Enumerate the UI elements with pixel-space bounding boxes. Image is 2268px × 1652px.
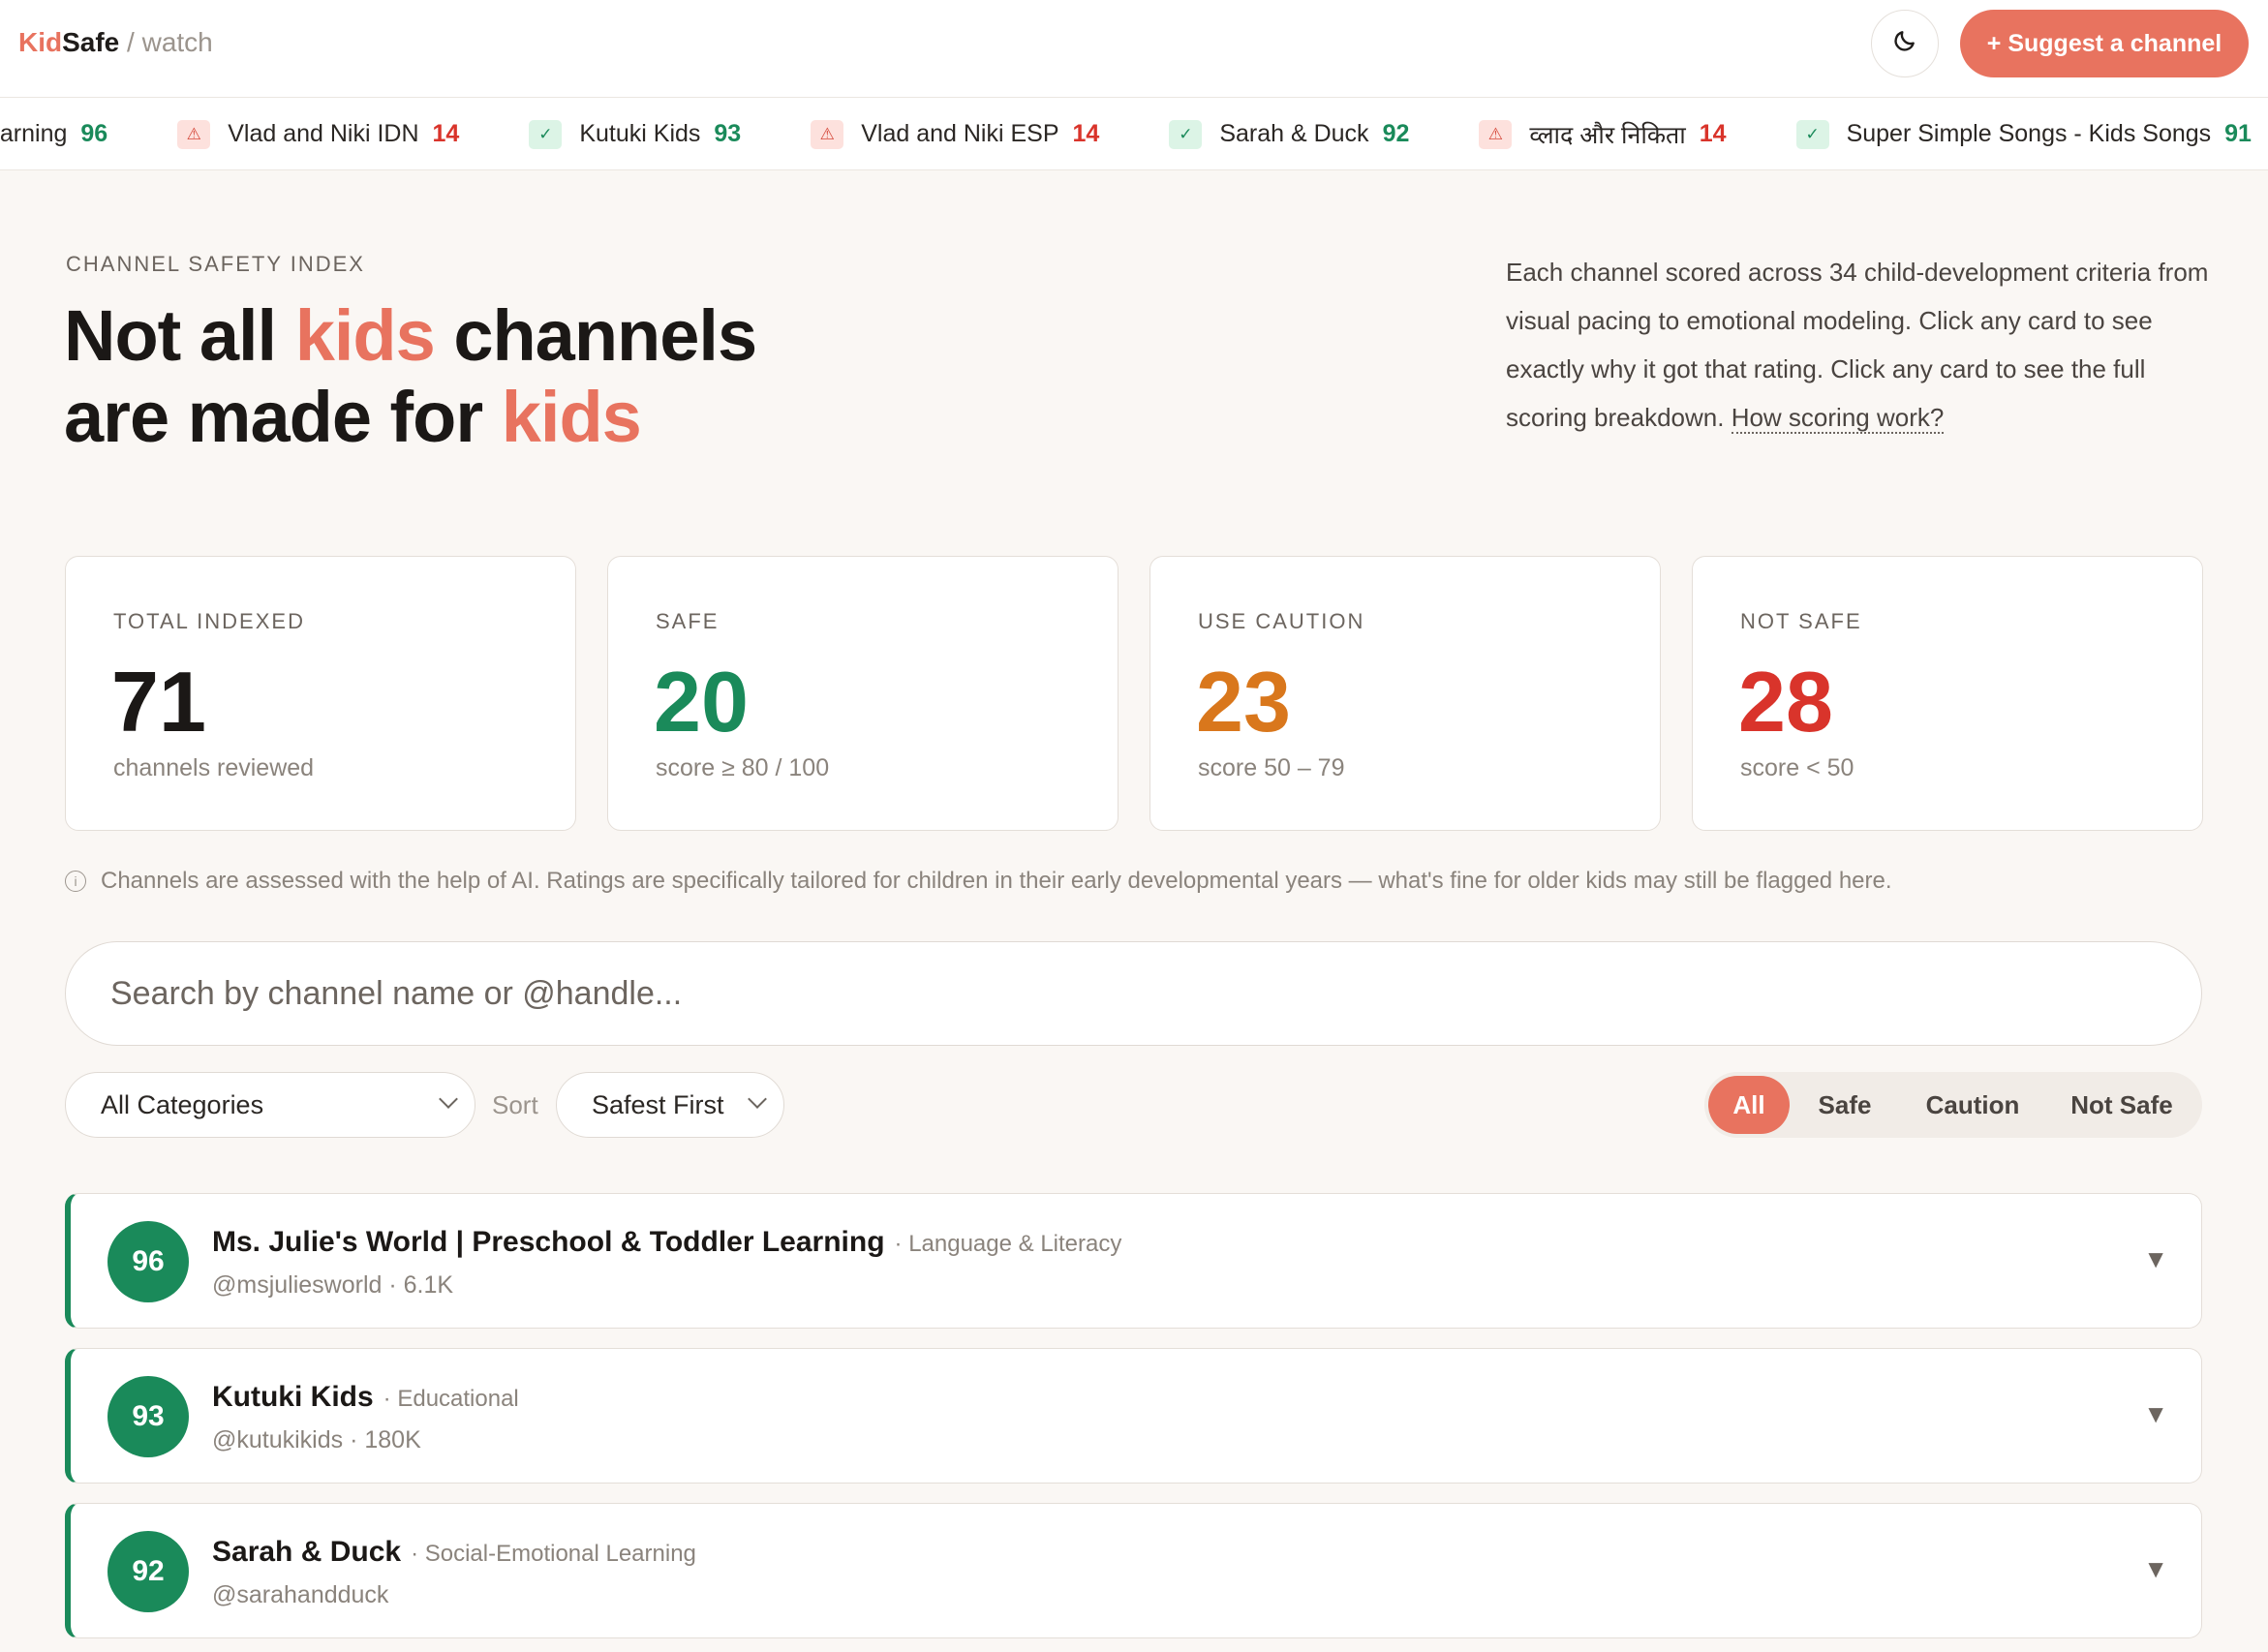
ticker-channel-name: Sarah & Duck bbox=[1219, 120, 1369, 147]
channel-category: · Social-Emotional Learning bbox=[411, 1541, 696, 1567]
ticker-score: 14 bbox=[1699, 120, 1727, 147]
stat-value: 23 bbox=[1196, 654, 1291, 750]
channel-ticker: earning 96 ⚠ Vlad and Niki IDN 14 ✓ Kutuki Kid… bbox=[0, 98, 2268, 170]
ticker-channel-name: Kutuki Kids bbox=[579, 120, 701, 147]
channel-card[interactable]: 93 Kutuki Kids · Educational @kutukikids … bbox=[65, 1348, 2202, 1484]
channel-name: Ms. Julie's World | Preschool & Toddler … bbox=[212, 1226, 1122, 1258]
ticker-item[interactable]: ✓ Sarah & Duck 92 bbox=[1169, 119, 1410, 149]
score-badge: 92 bbox=[107, 1531, 189, 1612]
moon-icon bbox=[1892, 28, 1917, 60]
stat-card-caution[interactable]: USE CAUTION 23 score 50 – 79 bbox=[1149, 556, 1661, 831]
score-badge: 93 bbox=[107, 1376, 189, 1457]
expand-caret-icon[interactable]: ▼ bbox=[2143, 1399, 2168, 1429]
check-icon: ✓ bbox=[1169, 119, 1203, 149]
chevron-down-icon bbox=[439, 1089, 458, 1109]
intro-text: Each channel scored across 34 child-deve… bbox=[1506, 258, 2209, 434]
check-icon: ✓ bbox=[1795, 119, 1829, 149]
check-icon: ✓ bbox=[529, 119, 563, 149]
channel-card[interactable]: 92 Sarah & Duck · Social-Emotional Learni… bbox=[65, 1503, 2202, 1638]
score-badge: 96 bbox=[107, 1221, 189, 1302]
ticker-item[interactable]: ⚠ Vlad and Niki IDN 14 bbox=[177, 119, 460, 149]
ticker-score: 91 bbox=[2224, 120, 2252, 147]
channel-meta: @kutukikids · 180K bbox=[212, 1426, 421, 1453]
filter-caution[interactable]: Caution bbox=[1900, 1076, 2045, 1134]
stat-card-safe[interactable]: SAFE 20 score ≥ 80 / 100 bbox=[607, 556, 1119, 831]
stat-value: 20 bbox=[654, 654, 749, 750]
ticker-channel-name: व्लाद और निकिता bbox=[1529, 121, 1686, 149]
ai-notice: i Channels are assessed with the help of… bbox=[65, 868, 1892, 895]
ticker-item[interactable]: ✓ Super Simple Songs - Kids Songs 91 bbox=[1795, 119, 2252, 149]
ticker-score: 92 bbox=[1382, 120, 1410, 147]
search-input[interactable] bbox=[65, 941, 2202, 1046]
channel-category: · Language & Literacy bbox=[894, 1231, 1122, 1257]
category-select[interactable]: All Categories bbox=[65, 1072, 475, 1138]
chevron-down-icon bbox=[748, 1089, 767, 1109]
ticker-item[interactable]: earning 96 bbox=[0, 120, 107, 148]
ticker-score: 93 bbox=[714, 120, 742, 147]
status-filter: All Safe Caution Not Safe bbox=[1704, 1072, 2202, 1138]
channel-meta: @sarahandduck bbox=[212, 1581, 389, 1608]
stat-value: 71 bbox=[111, 654, 206, 750]
how-scoring-link[interactable]: How scoring work? bbox=[1731, 403, 1945, 434]
sort-label: Sort bbox=[492, 1090, 538, 1119]
top-bar: KidSafe / watch + Suggest a channel bbox=[0, 0, 2268, 98]
ticker-channel-name: Vlad and Niki ESP bbox=[861, 120, 1059, 147]
filter-safe[interactable]: Safe bbox=[1790, 1076, 1900, 1134]
ticker-track: earning 96 ⚠ Vlad and Niki IDN 14 ✓ Kutuki Kid… bbox=[0, 98, 2268, 169]
warning-icon: ⚠ bbox=[1479, 119, 1513, 149]
expand-caret-icon[interactable]: ▼ bbox=[2143, 1244, 2168, 1274]
sort-select[interactable]: Safest First bbox=[556, 1072, 784, 1138]
ticker-score: 14 bbox=[432, 120, 460, 147]
channel-name: Kutuki Kids · Educational bbox=[212, 1381, 519, 1413]
warning-icon: ⚠ bbox=[177, 119, 211, 149]
channel-card[interactable]: 96 Ms. Julie's World | Preschool & Toddl… bbox=[65, 1193, 2202, 1329]
expand-caret-icon[interactable]: ▼ bbox=[2143, 1554, 2168, 1584]
channel-meta: @msjuliesworld · 6.1K bbox=[212, 1271, 454, 1299]
filter-all[interactable]: All bbox=[1708, 1076, 1790, 1134]
filter-not-safe[interactable]: Not Safe bbox=[2045, 1076, 2198, 1134]
ticker-channel-name: Vlad and Niki IDN bbox=[228, 120, 419, 147]
ticker-channel-name: earning bbox=[0, 120, 68, 147]
info-icon: i bbox=[65, 871, 86, 892]
ticker-channel-name: Super Simple Songs - Kids Songs bbox=[1846, 120, 2212, 147]
warning-icon: ⚠ bbox=[811, 119, 844, 149]
ticker-item[interactable]: ⚠ व्लाद और निकिता 14 bbox=[1479, 118, 1727, 151]
ticker-item[interactable]: ⚠ Vlad and Niki ESP 14 bbox=[811, 119, 1100, 149]
channel-category: · Educational bbox=[383, 1386, 519, 1412]
ticker-score: 96 bbox=[80, 120, 108, 147]
logo[interactable]: KidSafe / watch bbox=[18, 27, 213, 58]
theme-toggle-button[interactable] bbox=[1871, 10, 1939, 77]
channel-name: Sarah & Duck · Social-Emotional Learning bbox=[212, 1536, 696, 1568]
stat-card-total[interactable]: TOTAL INDEXED 71 channels reviewed bbox=[65, 556, 576, 831]
ticker-item[interactable]: ✓ Kutuki Kids 93 bbox=[529, 119, 742, 149]
stat-card-not-safe[interactable]: NOT SAFE 28 score < 50 bbox=[1692, 556, 2203, 831]
suggest-channel-button[interactable]: + Suggest a channel bbox=[1960, 10, 2249, 77]
page-title: Not all kids channels are made for kids bbox=[64, 295, 757, 457]
ticker-score: 14 bbox=[1072, 120, 1100, 147]
stat-value: 28 bbox=[1738, 654, 1833, 750]
section-eyebrow: CHANNEL SAFETY INDEX bbox=[66, 252, 365, 276]
